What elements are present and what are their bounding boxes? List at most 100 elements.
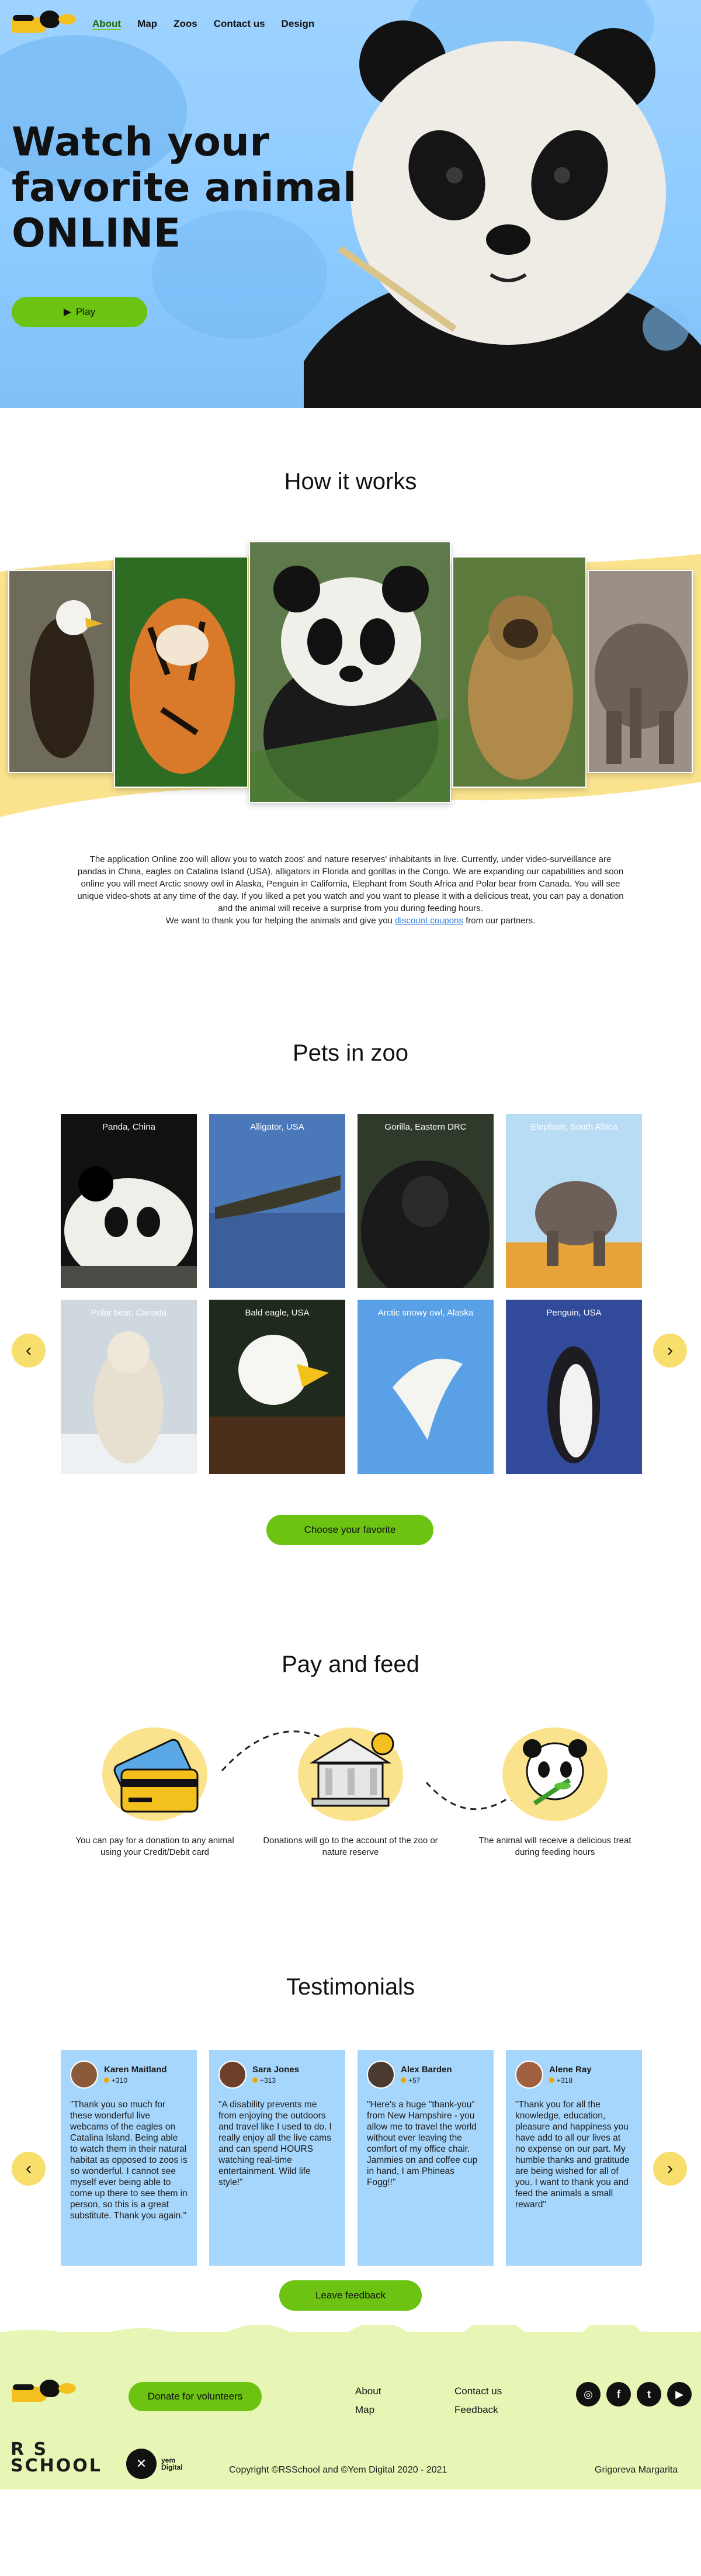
pay-step-bank: Donations will go to the account of the …: [263, 1716, 438, 1858]
nav-design[interactable]: Design: [282, 18, 315, 30]
how-description: The application Online zoo will allow yo…: [76, 853, 625, 927]
pet-card-gorilla[interactable]: Gorilla, Eastern DRC: [358, 1114, 494, 1288]
coin-icon: [401, 2078, 406, 2083]
testimonial-quote: "Thank you for all the knowledge, educat…: [515, 2100, 630, 2210]
testimonial-quote: "Here's a huge "thank-you" from New Hamp…: [367, 2100, 478, 2187]
pet-caption: Gorilla, Eastern DRC: [384, 1122, 467, 1132]
play-icon: ▶: [63, 306, 71, 317]
hero-title-line1: Watch your: [12, 119, 270, 165]
pets-next-button[interactable]: ›: [653, 1334, 687, 1367]
pet-caption: Polar bear, Canada: [91, 1308, 167, 1318]
testimonials-section: Testimonials ‹ › Karen Maitland +310 "Th…: [0, 1912, 701, 2332]
testimonial-cards: Karen Maitland +310 "Thank you so much f…: [61, 2050, 642, 2266]
how-it-works-section: How it works The application Online zoo …: [0, 408, 701, 970]
credit-card-icon: [93, 1716, 216, 1833]
pet-card-polar-bear[interactable]: Polar bear, Canada: [61, 1300, 197, 1474]
pet-card-panda[interactable]: Panda, China: [61, 1114, 197, 1288]
pay-step-text: You can pay for a donation to any animal…: [75, 1836, 234, 1857]
how-title: How it works: [284, 469, 417, 494]
testimonial-card: Sara Jones +313 "A disability prevents m…: [209, 2050, 345, 2266]
how-photo-monkey: [452, 556, 587, 788]
testimonials-prev-button[interactable]: ‹: [12, 2152, 46, 2186]
pets-grid: Panda, China Alligator, USA Gorilla, Eas…: [61, 1114, 642, 1474]
hero-section: About Map Zoos Contact us Design Watch y…: [0, 0, 701, 408]
hero-title-line2: favorite animal: [12, 165, 357, 211]
testimonial-name: Alene Ray: [549, 2065, 592, 2075]
nav-map[interactable]: Map: [137, 18, 157, 30]
donate-volunteers-button[interactable]: Donate for volunteers: [129, 2382, 262, 2411]
hero-title: Watch your favorite animal ONLINE: [12, 120, 357, 257]
testimonial-quote: "A disability prevents me from enjoying …: [218, 2100, 332, 2187]
footer-logo[interactable]: [12, 2378, 76, 2408]
footer-link-feedback[interactable]: Feedback: [454, 2401, 502, 2419]
footer-wave: [0, 2325, 701, 2339]
testimonials-title: Testimonials: [286, 1974, 415, 2000]
pet-caption: Bald eagle, USA: [245, 1308, 310, 1318]
coin-icon: [549, 2078, 554, 2083]
testimonials-next-button[interactable]: ›: [653, 2152, 687, 2186]
pets-section: Pets in zoo ‹ › Panda, China Alligator, …: [0, 970, 701, 1584]
yem-logo-icon: ✕: [126, 2449, 157, 2479]
testimonial-quote: "Thank you so much for these wonderful l…: [70, 2100, 188, 2221]
footer-links-col2: Contact us Feedback: [454, 2382, 502, 2419]
footer-link-contact-us[interactable]: Contact us: [454, 2382, 502, 2401]
avatar: [367, 2061, 395, 2089]
play-label: Play: [76, 306, 96, 317]
footer-link-about[interactable]: About: [355, 2382, 381, 2401]
testimonial-card: Karen Maitland +310 "Thank you so much f…: [61, 2050, 197, 2266]
pet-card-alligator[interactable]: Alligator, USA: [209, 1114, 345, 1288]
rs-school-logo[interactable]: R S SCHOOL: [11, 2441, 102, 2476]
facebook-icon[interactable]: f: [606, 2382, 631, 2407]
testimonial-card: Alex Barden +57 "Here's a huge "thank-yo…: [358, 2050, 494, 2266]
testimonial-name: Sara Jones: [252, 2065, 300, 2075]
chevron-left-icon: ‹: [26, 2159, 32, 2178]
coin-icon: [252, 2078, 258, 2083]
pay-step-text: Donations will go to the account of the …: [263, 1836, 438, 1857]
nav-zoos[interactable]: Zoos: [173, 18, 197, 30]
score-value: +318: [557, 2076, 573, 2085]
avatar: [218, 2061, 247, 2089]
avatar: [515, 2061, 543, 2089]
yem-logo-line2: Digital: [161, 2463, 183, 2471]
coin-icon: [104, 2078, 109, 2083]
rs-logo-line2: SCHOOL: [11, 2456, 102, 2476]
score-value: +310: [112, 2076, 128, 2085]
author-name: Grigoreva Margarita: [595, 2465, 678, 2475]
how-photo-elephant: [588, 570, 693, 773]
twitter-icon[interactable]: t: [637, 2382, 661, 2407]
site-footer: Donate for volunteers About Map Contact …: [0, 2325, 701, 2490]
chevron-left-icon: ‹: [26, 1341, 32, 1360]
pet-card-elephant[interactable]: Elephant, South Africa: [506, 1114, 642, 1288]
pet-card-penguin[interactable]: Penguin, USA: [506, 1300, 642, 1474]
youtube-icon[interactable]: ▶: [667, 2382, 692, 2407]
leave-feedback-button[interactable]: Leave feedback: [279, 2280, 422, 2311]
testimonial-card: Alene Ray +318 "Thank you for all the kn…: [506, 2050, 642, 2266]
bank-icon: [289, 1716, 412, 1833]
play-button[interactable]: ▶ Play: [12, 297, 147, 327]
pay-step-text: The animal will receive a delicious trea…: [478, 1836, 631, 1857]
choose-favorite-button[interactable]: Choose your favorite: [266, 1515, 433, 1545]
social-links: ◎ f t ▶: [576, 2382, 692, 2407]
nav-about[interactable]: About: [92, 18, 121, 30]
footer-links-col1: About Map: [355, 2382, 381, 2419]
pay-step-treat: The animal will receive a delicious trea…: [467, 1716, 643, 1858]
pay-and-feed-section: Pay and feed You can pay for a donation …: [0, 1584, 701, 1912]
pet-caption: Elephant, South Africa: [530, 1122, 617, 1132]
panda-treat-icon: [494, 1716, 616, 1833]
yem-digital-logo[interactable]: ✕ yem Digital: [126, 2449, 183, 2479]
pets-title: Pets in zoo: [293, 1040, 408, 1066]
pet-caption: Penguin, USA: [546, 1308, 602, 1318]
pets-prev-button[interactable]: ‹: [12, 1334, 46, 1367]
site-logo[interactable]: [12, 9, 76, 39]
pet-card-snowy-owl[interactable]: Arctic snowy owl, Alaska: [358, 1300, 494, 1474]
discount-coupons-link[interactable]: discount coupons: [395, 916, 463, 926]
pet-card-bald-eagle[interactable]: Bald eagle, USA: [209, 1300, 345, 1474]
pet-caption: Arctic snowy owl, Alaska: [377, 1308, 474, 1318]
score-value: +57: [408, 2076, 421, 2085]
instagram-icon[interactable]: ◎: [576, 2382, 601, 2407]
footer-link-map[interactable]: Map: [355, 2401, 381, 2419]
pet-caption: Alligator, USA: [250, 1122, 304, 1132]
testimonial-name: Alex Barden: [401, 2065, 452, 2075]
nav-contact-us[interactable]: Contact us: [214, 18, 265, 30]
how-text-thanks: We want to thank you for helping the ani…: [165, 916, 393, 926]
